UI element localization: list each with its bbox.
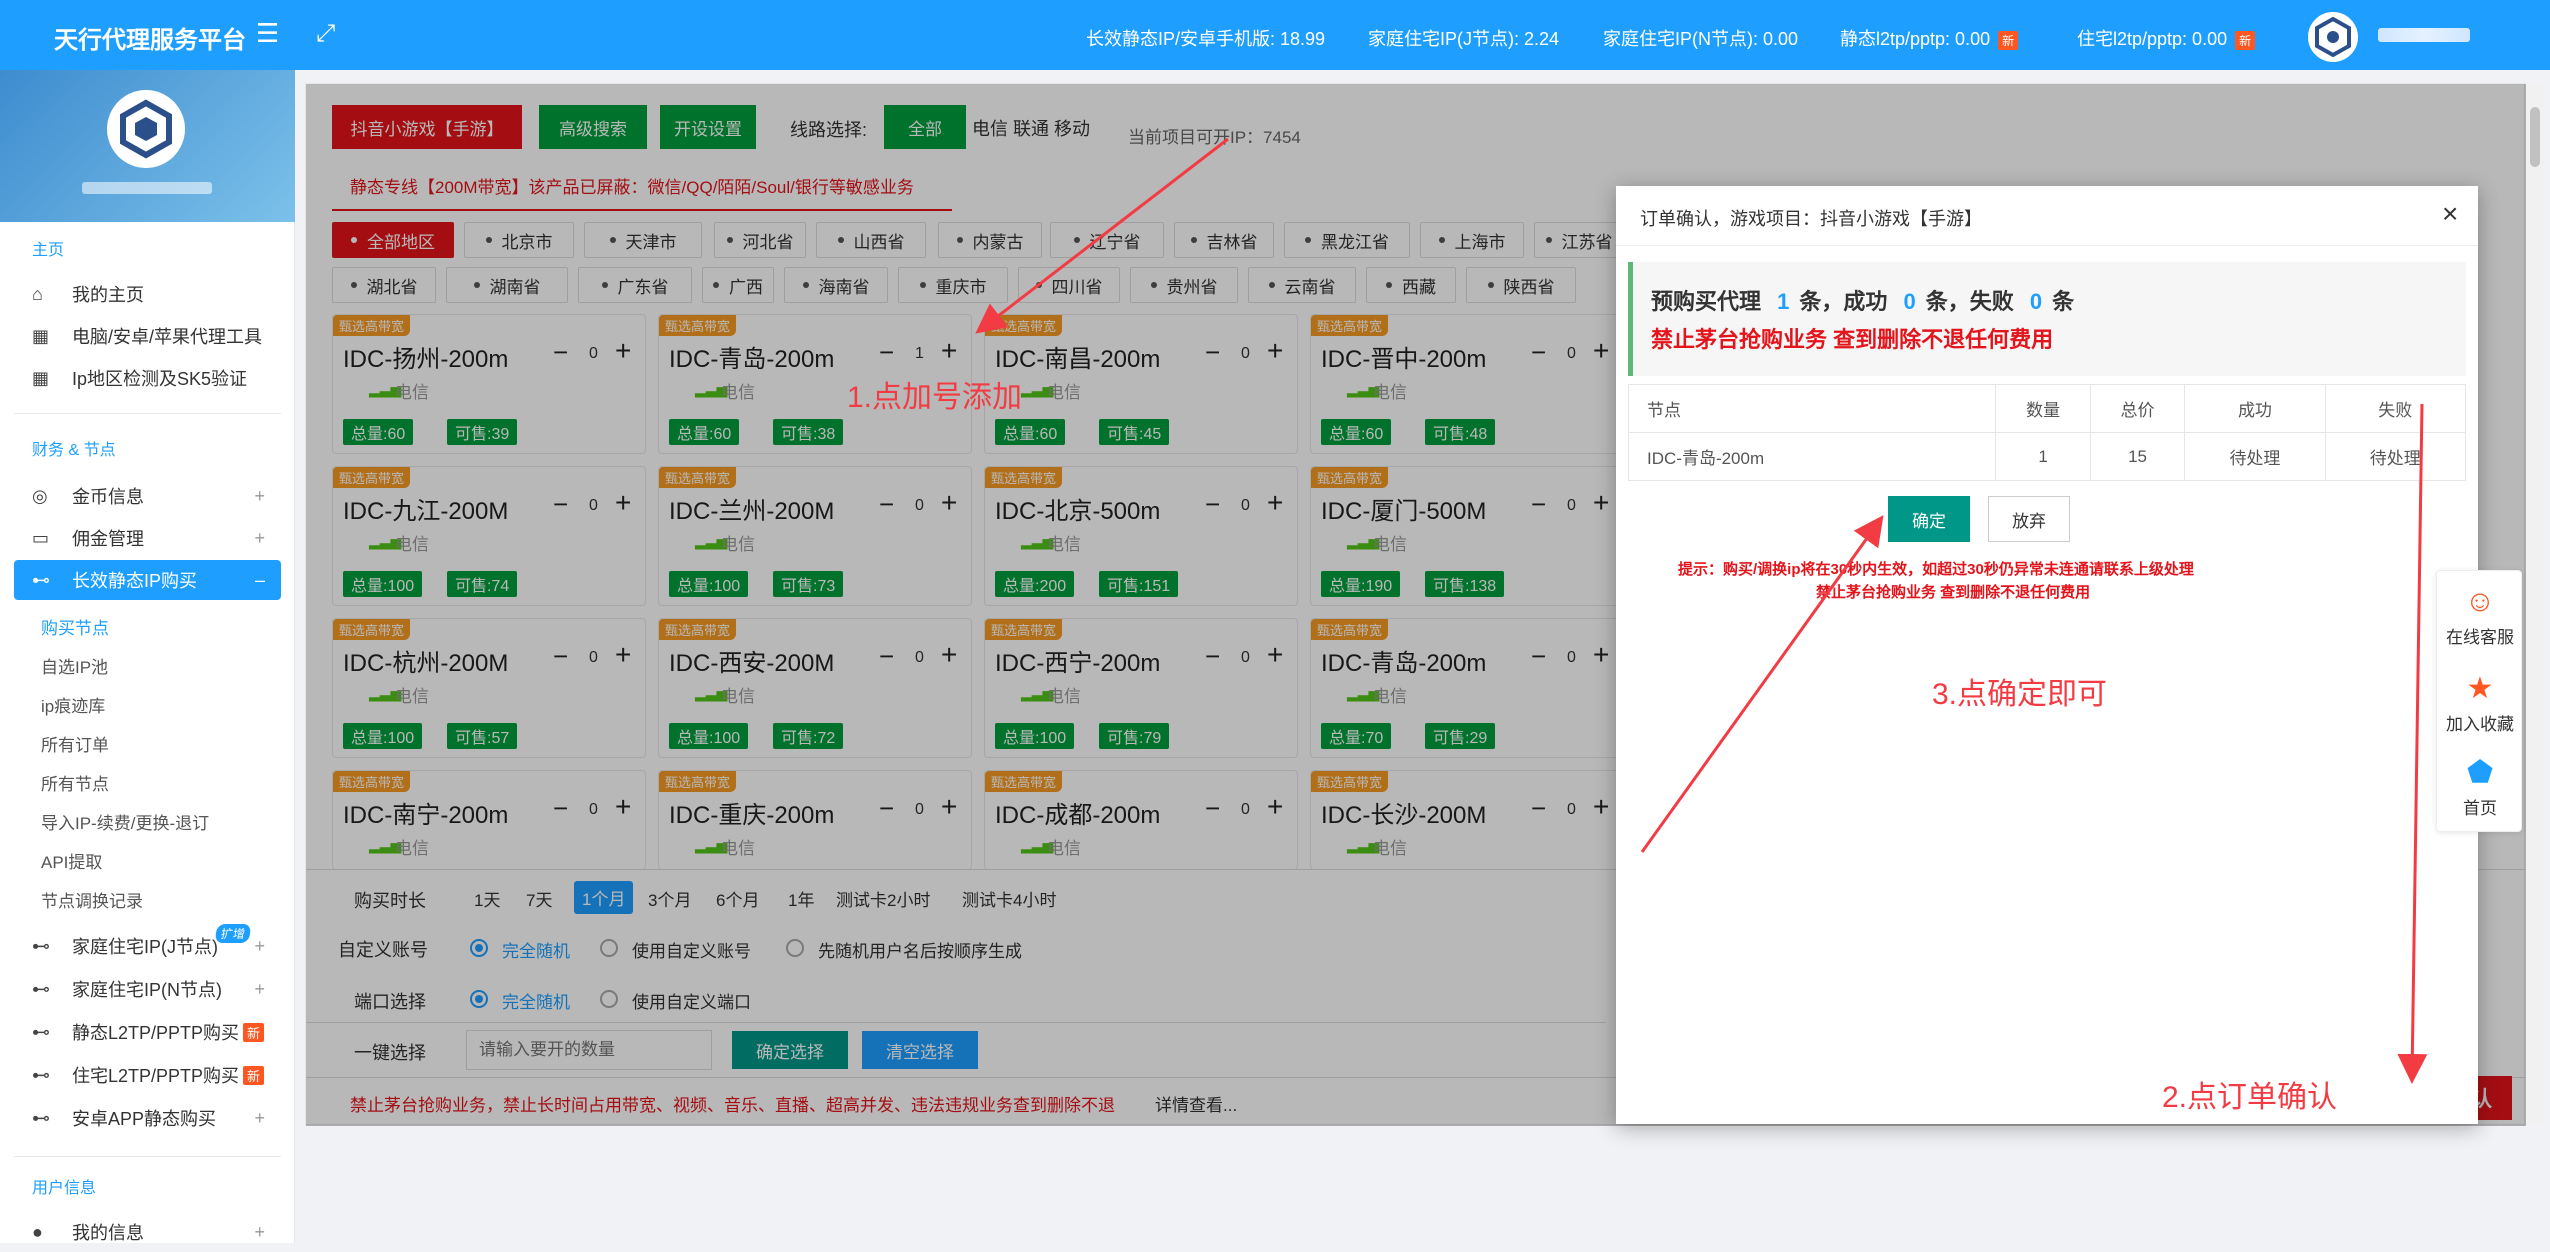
annotation-arrows bbox=[975, 137, 2428, 1084]
arrow-2 bbox=[2397, 403, 2428, 1084]
arrow-3 bbox=[1640, 515, 1884, 853]
annotation-2: 2.点订单确认 bbox=[2162, 1081, 2338, 1114]
arrow-1 bbox=[975, 137, 1229, 334]
annotation-3: 3.点确定即可 bbox=[1932, 678, 2108, 711]
annotation-1: 1.点加号添加 bbox=[847, 381, 1023, 414]
